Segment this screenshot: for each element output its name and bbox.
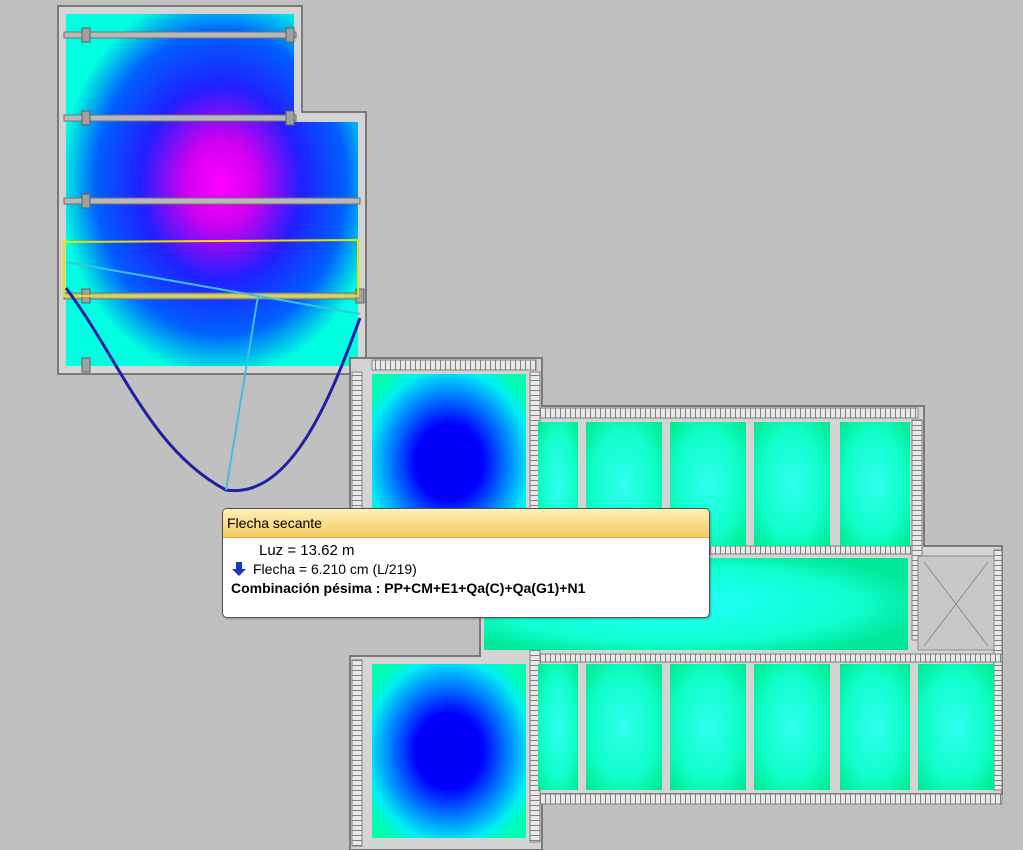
upper-left-building-block	[57, 5, 367, 375]
plan-viewport[interactable]: Flecha secante Luz = 13.62 m Flecha = 6.…	[0, 0, 1023, 850]
tooltip-deflection-value: Flecha = 6.210 cm (L/219)	[253, 561, 417, 577]
column	[285, 110, 295, 126]
tooltip-span-length: Luz = 13.62 m	[259, 542, 355, 559]
x-cross-icon	[917, 555, 995, 651]
tooltip-worst-combination: Combinación pésima : PP+CM+E1+Qa(C)+Qa(G…	[231, 580, 586, 596]
beam	[63, 31, 297, 39]
floor-plan-deflection-map[interactable]	[0, 0, 1023, 850]
column	[81, 110, 91, 126]
tooltip-deflection-row: Flecha = 6.210 cm (L/219)	[223, 560, 709, 579]
arrow-down-icon	[232, 562, 246, 576]
beam	[63, 197, 361, 205]
column	[81, 357, 91, 373]
slab-deflection-max-zone	[66, 14, 358, 366]
slab-blue-lower	[372, 664, 526, 838]
column	[81, 193, 91, 209]
column	[285, 27, 295, 43]
deflection-tooltip: Flecha secante Luz = 13.62 m Flecha = 6.…	[222, 508, 710, 618]
beam	[63, 114, 297, 122]
tooltip-title: Flecha secante	[223, 509, 709, 538]
column	[81, 27, 91, 43]
